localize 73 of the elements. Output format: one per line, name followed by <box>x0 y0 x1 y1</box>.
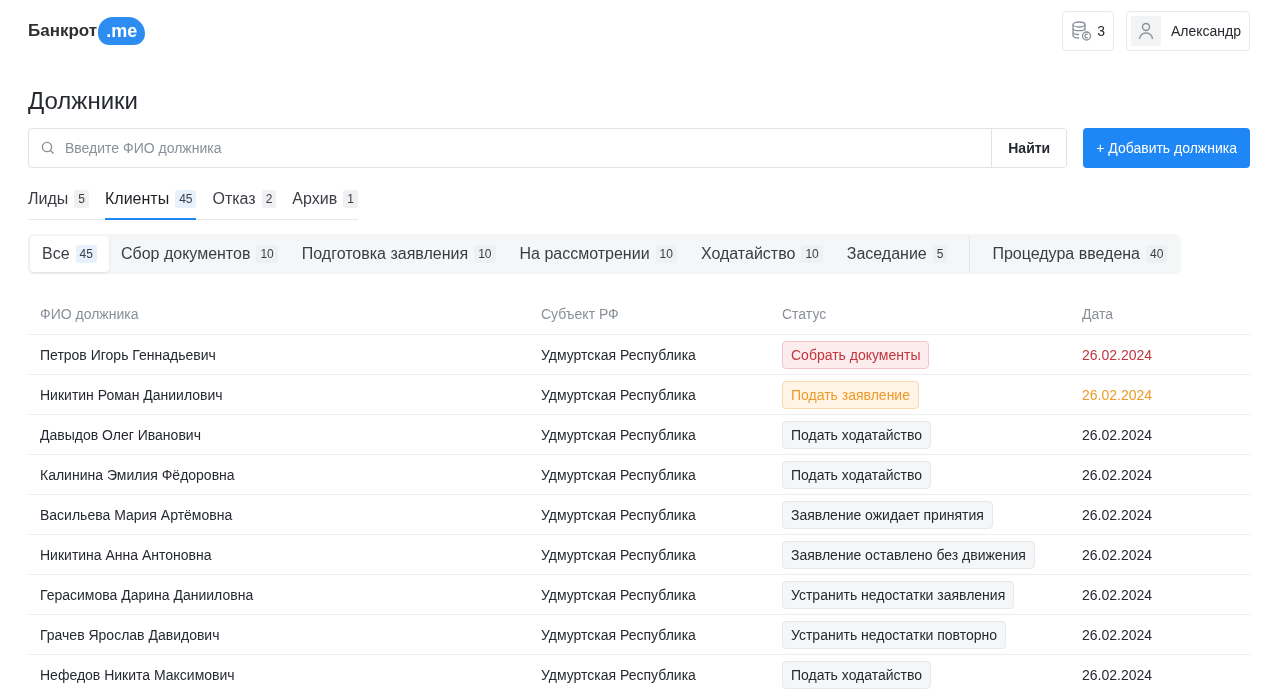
table-cell: Грачев Ярослав Давидович <box>28 614 529 655</box>
table-cell: Удмуртская Республика <box>529 334 770 375</box>
add-debtor-button[interactable]: + Добавить должника <box>1083 128 1250 168</box>
status-filter-tab[interactable]: Все 45 <box>30 236 109 272</box>
search-icon <box>41 141 55 155</box>
find-button[interactable]: Найти <box>991 129 1067 167</box>
tab[interactable]: Архив 1 <box>292 190 358 220</box>
column-header: Дата <box>1070 296 1250 335</box>
count-badge: 10 <box>801 245 823 263</box>
table-cell: 26.02.2024 <box>1070 614 1250 655</box>
table-cell: Давыдов Олег Иванович <box>28 414 529 455</box>
table-cell: 26.02.2024 <box>1070 494 1250 535</box>
table-cell: 26.02.2024 <box>1070 414 1250 455</box>
status-tag: Устранить недостатки повторно <box>782 620 1007 649</box>
status-tag: Заявление оставлено без движения <box>782 540 1035 569</box>
count-badge: 10 <box>256 245 278 263</box>
count-badge: 45 <box>175 190 197 208</box>
column-header: Субъект РФ <box>529 296 770 335</box>
table-cell: 26.02.2024 <box>1070 454 1250 495</box>
status-filter-tab[interactable]: Сбор документов 10 <box>108 236 290 272</box>
count-badge: 40 <box>1146 245 1168 263</box>
count-badge: 1 <box>343 190 358 208</box>
table-cell: Васильева Мария Артёмовна <box>28 494 529 535</box>
status-filter-tab[interactable]: Подготовка заявления 10 <box>289 236 508 272</box>
table-cell: Удмуртская Республика <box>529 454 770 495</box>
logo-wordmark: Банкрот <box>28 21 98 41</box>
count-badge: 5 <box>932 245 948 263</box>
table-cell: Удмуртская Республика <box>529 614 770 655</box>
table-cell: Нефедов Никита Максимович <box>28 654 529 694</box>
status-tag: Подать ходатайство <box>782 660 932 689</box>
table-cell: 26.02.2024 <box>1070 374 1250 415</box>
table-cell: Герасимова Дарина Данииловна <box>28 574 529 615</box>
search-field[interactable]: Введите ФИО должника Найти <box>28 128 1068 168</box>
user-menu-button[interactable]: Александр <box>1125 11 1250 51</box>
status-filter-tab[interactable]: На рассмотрении 10 <box>507 236 689 272</box>
table-cell: Удмуртская Республика <box>529 534 770 575</box>
table-cell: Удмуртская Республика <box>529 654 770 694</box>
column-header: Статус <box>770 296 1070 335</box>
status-tag: Заявление ожидает принятия <box>782 500 993 529</box>
table-cell: 26.02.2024 <box>1070 654 1250 694</box>
status-filter-tab[interactable]: Процедура введена 40 <box>980 236 1180 272</box>
table-cell: Петров Игорь Геннадьевич <box>28 334 529 375</box>
user-avatar-icon <box>1130 16 1161 46</box>
table-cell: Удмуртская Республика <box>529 374 770 415</box>
table-cell: Удмуртская Республика <box>529 414 770 455</box>
count-badge: 45 <box>75 245 97 263</box>
count-badge: 2 <box>261 190 277 208</box>
column-header: ФИО должника <box>28 296 529 335</box>
status-filter-tab[interactable]: Заседание 5 <box>834 236 960 272</box>
status-tag: Подать ходатайство <box>782 420 932 449</box>
status-filter-tab[interactable]: Ходатайство 10 <box>688 236 835 272</box>
table-cell: Никитина Анна Антоновна <box>28 534 529 575</box>
count-badge: 10 <box>474 245 496 263</box>
table-cell: Калинина Эмилия Фёдоровна <box>28 454 529 495</box>
table-cell: 26.02.2024 <box>1070 334 1250 375</box>
table-cell: Удмуртская Республика <box>529 494 770 535</box>
status-tag: Подать ходатайство <box>782 460 932 489</box>
status-tag: Подать заявление <box>782 380 919 409</box>
count-badge: 5 <box>74 190 89 208</box>
coins-icon <box>1071 20 1094 42</box>
logo-cloud-badge: .me <box>98 17 146 45</box>
table-cell: 26.02.2024 <box>1070 534 1250 575</box>
table-cell: Никитин Роман Даниилович <box>28 374 529 415</box>
tab[interactable]: Лиды 5 <box>28 190 89 220</box>
status-tag: Собрать документы <box>782 340 930 369</box>
tab[interactable]: Клиенты 45 <box>104 190 197 220</box>
tab[interactable]: Отказ 2 <box>212 190 277 220</box>
table-cell: 26.02.2024 <box>1070 574 1250 615</box>
status-tag: Устранить недостатки заявления <box>782 580 1015 609</box>
credits-button[interactable]: 3 <box>1062 11 1114 51</box>
count-badge: 10 <box>655 245 677 263</box>
page-title: Должники <box>28 87 139 115</box>
table-cell: Удмуртская Республика <box>529 574 770 615</box>
